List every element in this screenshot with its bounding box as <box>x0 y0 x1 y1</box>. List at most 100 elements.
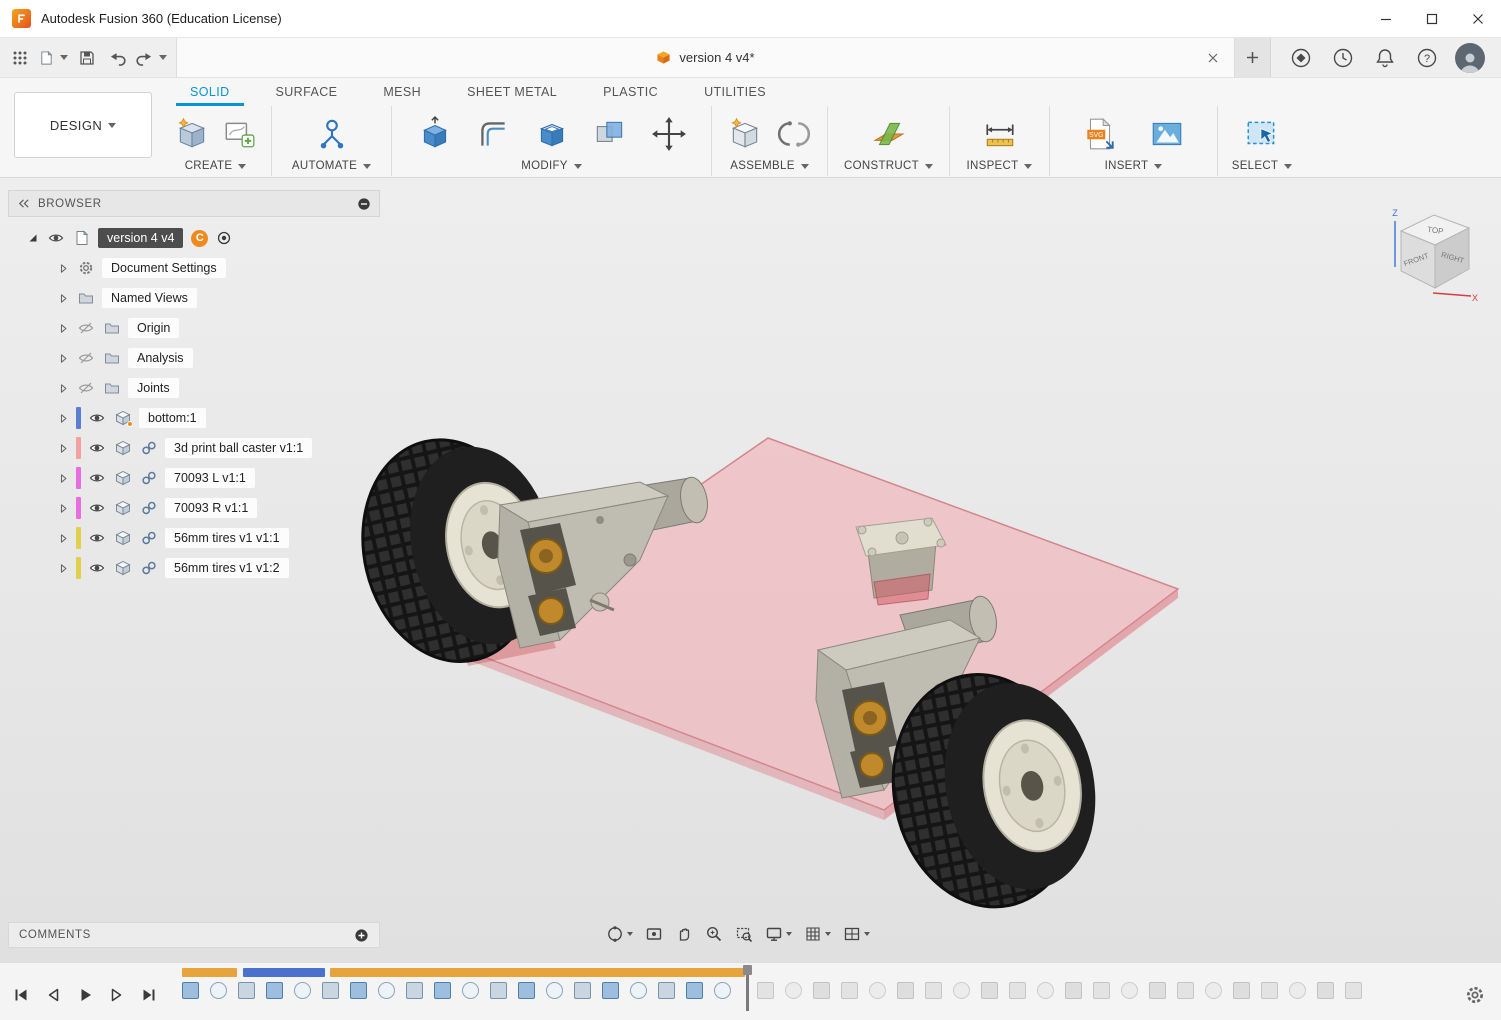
browser-root-row[interactable]: version 4 v4 C <box>8 223 380 253</box>
step-forward-icon[interactable] <box>106 985 128 1005</box>
timeline-feature-icon[interactable] <box>1205 982 1222 999</box>
timeline-feature-icon[interactable] <box>406 982 423 999</box>
step-back-icon[interactable] <box>42 985 64 1005</box>
redo-button[interactable] <box>133 43 170 73</box>
select-group-button[interactable]: SELECT <box>1232 160 1293 176</box>
save-button[interactable] <box>73 43 101 73</box>
skip-to-end-icon[interactable] <box>138 985 160 1005</box>
visibility-eye-icon[interactable] <box>87 498 107 518</box>
view-cube[interactable]: Z X TOP FRONT RIGHT <box>1387 203 1479 308</box>
document-tab-close-icon[interactable] <box>1202 47 1224 69</box>
timeline-feature-icon[interactable] <box>1121 982 1138 999</box>
timeline-feature-icon[interactable] <box>1317 982 1334 999</box>
timeline-feature-icon[interactable] <box>350 982 367 999</box>
timeline-feature-icon[interactable] <box>869 982 886 999</box>
browser-item-label[interactable]: 56mm tires v1 v1:2 <box>165 558 289 578</box>
file-menu-button[interactable] <box>36 43 71 73</box>
visibility-eye-icon[interactable] <box>46 228 66 248</box>
browser-item-label[interactable]: Origin <box>128 318 179 338</box>
joint-icon[interactable] <box>774 113 814 155</box>
browser-item-ball-caster[interactable]: 3d print ball caster v1:1 <box>8 433 380 463</box>
tab-mesh[interactable]: MESH <box>369 81 435 106</box>
play-icon[interactable] <box>74 985 96 1005</box>
create-group-button[interactable]: CREATE <box>185 160 247 176</box>
browser-item-bottom[interactable]: bottom:1 <box>8 403 380 433</box>
workspace-switcher-design[interactable]: DESIGN <box>14 92 152 158</box>
construction-plane-icon[interactable] <box>869 113 909 155</box>
timeline-feature-icon[interactable] <box>757 982 774 999</box>
timeline-feature-icon[interactable] <box>714 982 731 999</box>
timeline-feature-icon[interactable] <box>294 982 311 999</box>
timeline-feature-icon[interactable] <box>210 982 227 999</box>
grid-settings-icon[interactable] <box>800 921 835 947</box>
automate-group-button[interactable]: AUTOMATE <box>292 160 371 176</box>
timeline-feature-icon[interactable] <box>518 982 535 999</box>
expand-arrow-icon[interactable] <box>54 319 72 337</box>
timeline-feature-icon[interactable] <box>658 982 675 999</box>
expand-arrow-icon[interactable] <box>54 439 72 457</box>
timeline-feature-icon[interactable] <box>1177 982 1194 999</box>
activate-component-radio[interactable] <box>214 228 234 248</box>
browser-item-named-views[interactable]: Named Views <box>8 283 380 313</box>
viewports-icon[interactable] <box>839 921 874 947</box>
expand-arrow-icon[interactable] <box>54 409 72 427</box>
measure-icon[interactable] <box>980 113 1020 155</box>
timeline-feature-icon[interactable] <box>1345 982 1362 999</box>
visibility-eye-icon[interactable] <box>87 528 107 548</box>
skip-to-start-icon[interactable] <box>10 985 32 1005</box>
visibility-eye-off-icon[interactable] <box>76 318 96 338</box>
profile-avatar[interactable] <box>1455 43 1485 73</box>
timeline-feature-icon[interactable] <box>1065 982 1082 999</box>
browser-item-origin[interactable]: Origin <box>8 313 380 343</box>
timeline-feature-icon[interactable] <box>1289 982 1306 999</box>
timeline-feature-icon[interactable] <box>953 982 970 999</box>
timeline-feature-icon[interactable] <box>1261 982 1278 999</box>
insert-svg-icon[interactable]: SVG <box>1080 113 1120 155</box>
timeline-feature-icon[interactable] <box>1233 982 1250 999</box>
browser-item-label[interactable]: bottom:1 <box>139 408 206 428</box>
visibility-eye-icon[interactable] <box>87 408 107 428</box>
browser-item-tires-2[interactable]: 56mm tires v1 v1:2 <box>8 553 380 583</box>
orbit-icon[interactable] <box>602 921 637 947</box>
timeline-feature-icon[interactable] <box>378 982 395 999</box>
timeline-feature-icon[interactable] <box>182 982 199 999</box>
modify-group-button[interactable]: MODIFY <box>521 160 582 176</box>
app-grid-icon[interactable] <box>6 43 34 73</box>
pan-icon[interactable] <box>671 921 697 947</box>
timeline-feature-icon[interactable] <box>602 982 619 999</box>
press-pull-icon[interactable] <box>415 113 455 155</box>
visibility-eye-icon[interactable] <box>87 438 107 458</box>
expand-arrow-icon[interactable] <box>54 559 72 577</box>
timeline-feature-icon[interactable] <box>1037 982 1054 999</box>
browser-item-label[interactable]: 3d print ball caster v1:1 <box>165 438 312 458</box>
minimize-button[interactable] <box>1363 0 1409 37</box>
move-copy-icon[interactable] <box>649 113 689 155</box>
browser-item-label[interactable]: 70093 R v1:1 <box>165 498 257 518</box>
browser-item-label[interactable]: Document Settings <box>102 258 226 278</box>
browser-item-label[interactable]: 70093 L v1:1 <box>165 468 255 488</box>
timeline-settings-gear-icon[interactable] <box>1463 983 1487 1007</box>
add-comment-icon[interactable] <box>354 928 369 943</box>
assemble-group-button[interactable]: ASSEMBLE <box>730 160 808 176</box>
extensions-icon[interactable] <box>1287 44 1315 72</box>
automate-icon[interactable] <box>312 113 352 155</box>
timeline-feature-icon[interactable] <box>490 982 507 999</box>
new-component-icon[interactable] <box>725 113 765 155</box>
shell-icon[interactable] <box>532 113 572 155</box>
timeline-feature-icon[interactable] <box>785 982 802 999</box>
insert-group-button[interactable]: INSERT <box>1105 160 1163 176</box>
undo-button[interactable] <box>103 43 131 73</box>
timeline-feature-icon[interactable] <box>462 982 479 999</box>
timeline-feature-icon[interactable] <box>434 982 451 999</box>
browser-item-joints[interactable]: Joints <box>8 373 380 403</box>
timeline-feature-icon[interactable] <box>1149 982 1166 999</box>
new-document-button[interactable] <box>1235 38 1271 77</box>
create-sketch-icon[interactable] <box>219 113 259 155</box>
maximize-button[interactable] <box>1409 0 1455 37</box>
select-icon[interactable] <box>1242 113 1282 155</box>
timeline-feature-icon[interactable] <box>238 982 255 999</box>
visibility-eye-off-icon[interactable] <box>76 378 96 398</box>
notifications-icon[interactable] <box>1371 44 1399 72</box>
expand-arrow-icon[interactable] <box>54 379 72 397</box>
create-solid-icon[interactable] <box>172 113 212 155</box>
